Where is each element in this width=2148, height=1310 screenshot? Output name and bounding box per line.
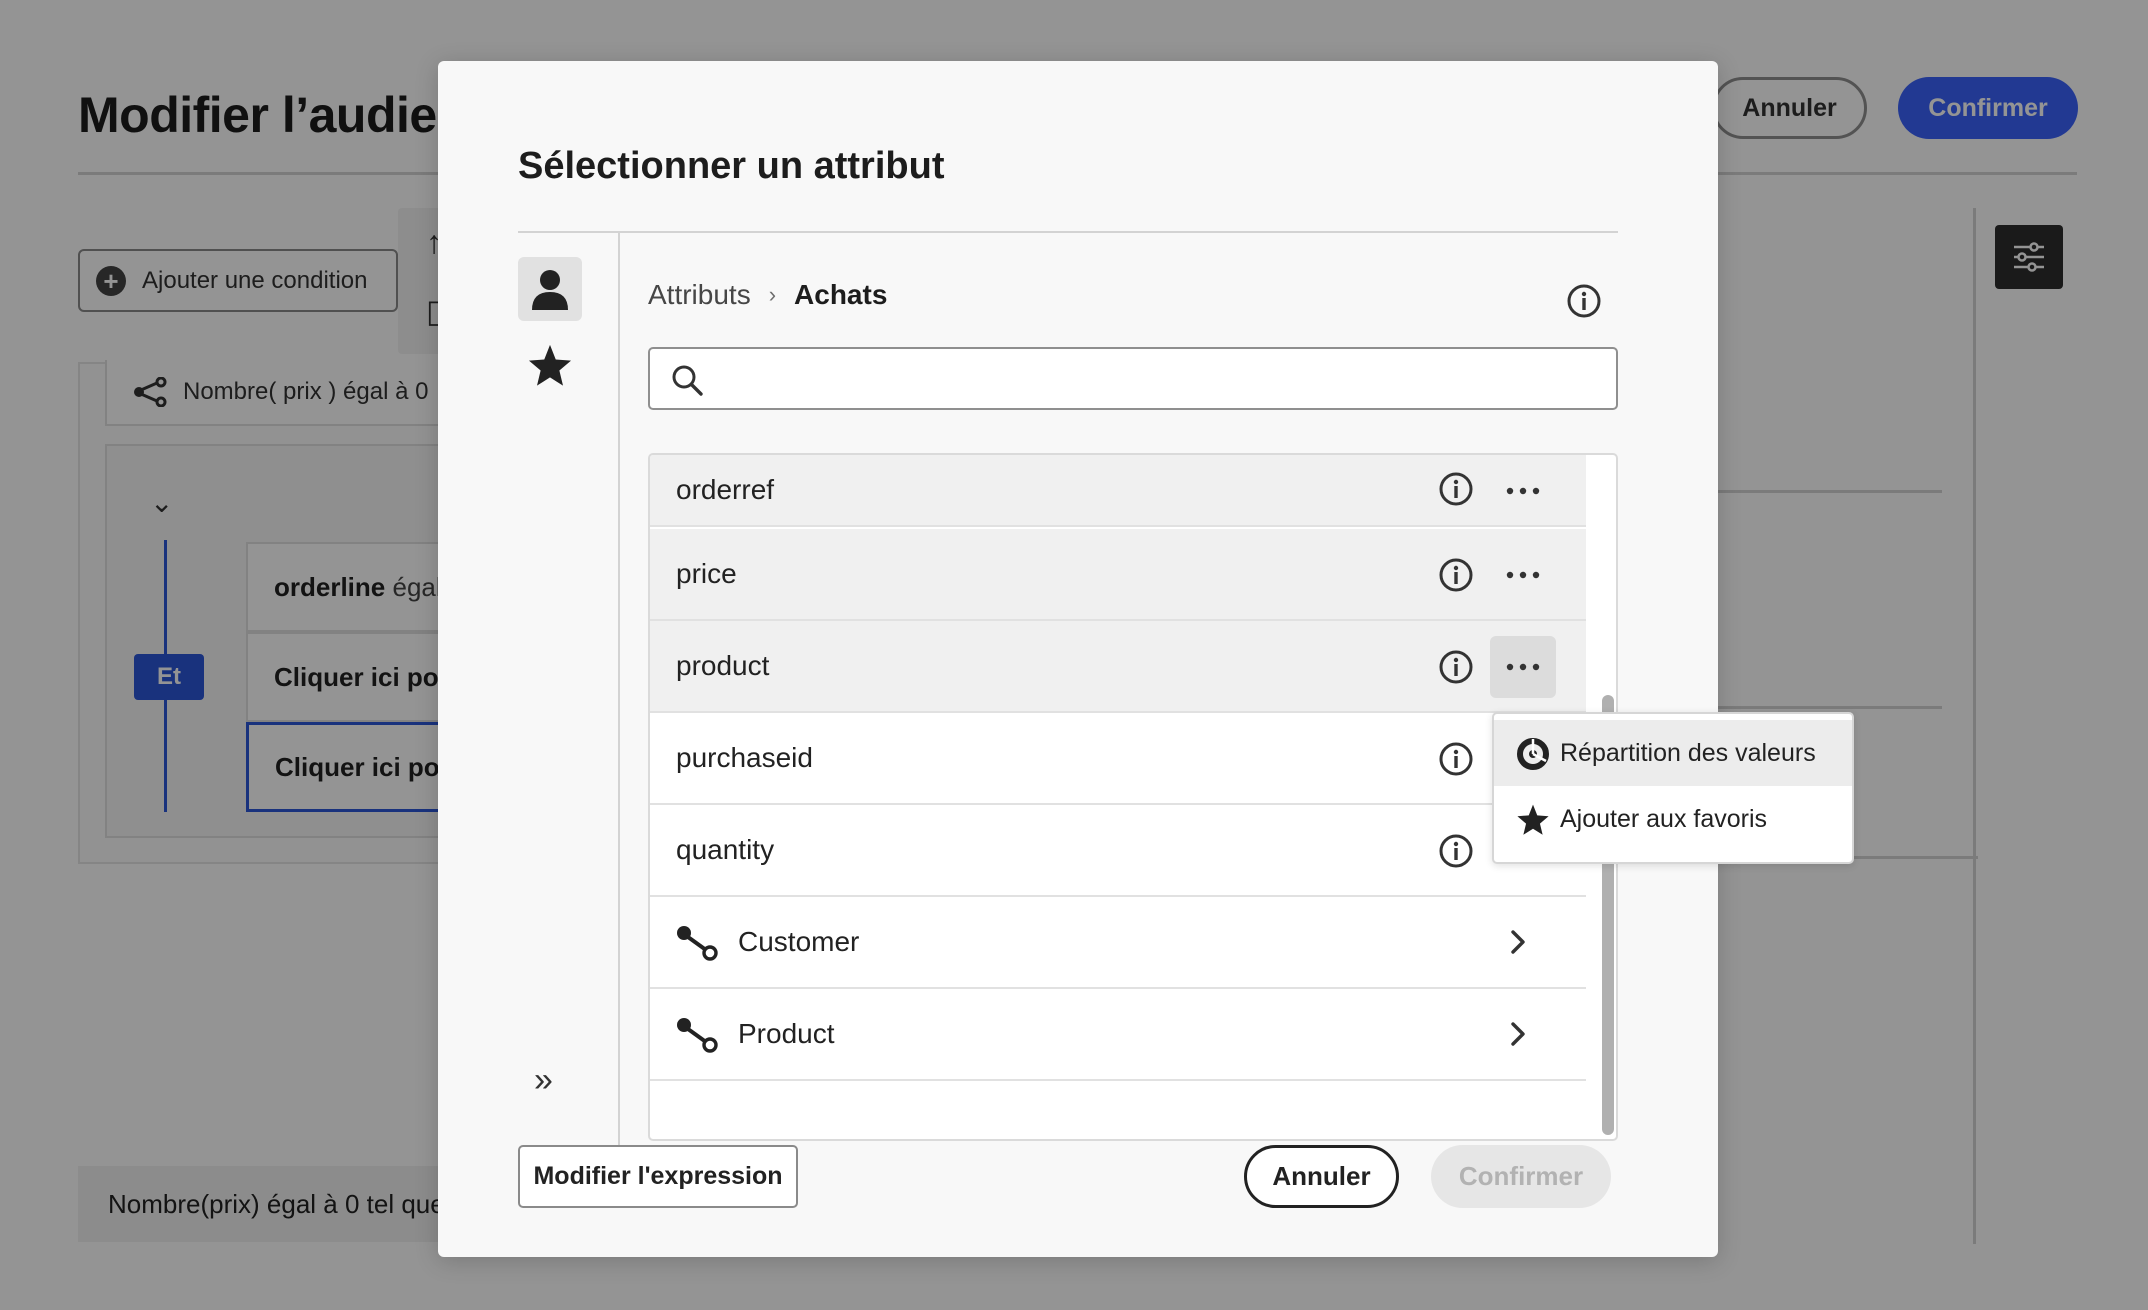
expand-rail-icon[interactable]: » bbox=[534, 1063, 553, 1097]
dialog-confirm-button: Confirmer bbox=[1431, 1145, 1611, 1208]
breadcrumb-current: Achats bbox=[794, 279, 888, 310]
link-row[interactable]: Product bbox=[650, 989, 1586, 1081]
dialog-cancel-button[interactable]: Annuler bbox=[1244, 1145, 1399, 1208]
edit-expression-button[interactable]: Modifier l'expression bbox=[518, 1145, 798, 1208]
more-options-button[interactable] bbox=[1490, 460, 1556, 522]
more-options-button[interactable] bbox=[1490, 544, 1556, 606]
ellipsis-icon bbox=[1506, 571, 1540, 579]
attribute-row[interactable]: quantity bbox=[650, 805, 1586, 897]
menu-item-label: Répartition des valeurs bbox=[1560, 738, 1816, 767]
attribute-context-menu: Répartition des valeurs Ajouter aux favo… bbox=[1492, 712, 1854, 864]
ellipsis-icon bbox=[1506, 663, 1540, 671]
info-icon[interactable] bbox=[1438, 649, 1474, 690]
info-icon[interactable] bbox=[1438, 471, 1474, 512]
dialog-divider bbox=[518, 231, 1618, 233]
link-icon bbox=[677, 1018, 718, 1053]
attribute-name: price bbox=[676, 558, 737, 589]
ellipsis-icon bbox=[1506, 487, 1540, 495]
attribute-name: orderref bbox=[676, 474, 775, 505]
attribute-list: orderref price product purchaseid quanti… bbox=[648, 453, 1618, 1141]
link-row[interactable]: Customer bbox=[650, 897, 1586, 989]
attribute-row[interactable]: purchaseid bbox=[650, 713, 1586, 805]
search-icon bbox=[672, 365, 703, 396]
info-icon[interactable] bbox=[1438, 557, 1474, 598]
attribute-row[interactable]: orderref bbox=[650, 455, 1586, 527]
search-input[interactable] bbox=[716, 357, 1596, 401]
info-icon[interactable] bbox=[1438, 833, 1474, 874]
breadcrumb: Attributs › Achats bbox=[648, 279, 887, 311]
rail-favorites-button[interactable] bbox=[518, 333, 582, 397]
attribute-row[interactable]: product bbox=[650, 621, 1586, 713]
menu-item-value-distribution[interactable]: Répartition des valeurs bbox=[1494, 720, 1852, 786]
chevron-right-icon: › bbox=[768, 282, 777, 307]
chevron-right-icon bbox=[1511, 1022, 1525, 1046]
menu-item-add-favorite[interactable]: Ajouter aux favoris bbox=[1494, 786, 1852, 852]
info-icon[interactable] bbox=[1438, 741, 1474, 782]
menu-item-label: Ajouter aux favoris bbox=[1560, 804, 1768, 833]
breadcrumb-root[interactable]: Attributs bbox=[648, 279, 751, 311]
rail-attributes-button[interactable] bbox=[518, 257, 582, 321]
attribute-search[interactable] bbox=[648, 347, 1618, 410]
attribute-name: quantity bbox=[676, 834, 775, 865]
link-name: Customer bbox=[738, 926, 860, 957]
value-distribution-icon bbox=[1517, 738, 1549, 770]
attribute-name: purchaseid bbox=[676, 742, 813, 773]
more-options-button[interactable] bbox=[1490, 636, 1556, 698]
dialog-title: Sélectionner un attribut bbox=[518, 145, 945, 187]
attribute-name: product bbox=[676, 650, 770, 681]
rail-divider bbox=[618, 233, 620, 1173]
star-icon bbox=[1517, 804, 1549, 835]
link-name: Product bbox=[738, 1018, 835, 1049]
info-icon[interactable] bbox=[1566, 283, 1602, 324]
star-icon bbox=[528, 344, 572, 386]
select-attribute-dialog: Sélectionner un attribut » Attributs › A… bbox=[438, 61, 1718, 1257]
attribute-row[interactable]: price bbox=[650, 529, 1586, 621]
link-icon bbox=[677, 926, 718, 961]
chevron-right-icon bbox=[1511, 930, 1525, 954]
user-icon bbox=[532, 270, 568, 310]
